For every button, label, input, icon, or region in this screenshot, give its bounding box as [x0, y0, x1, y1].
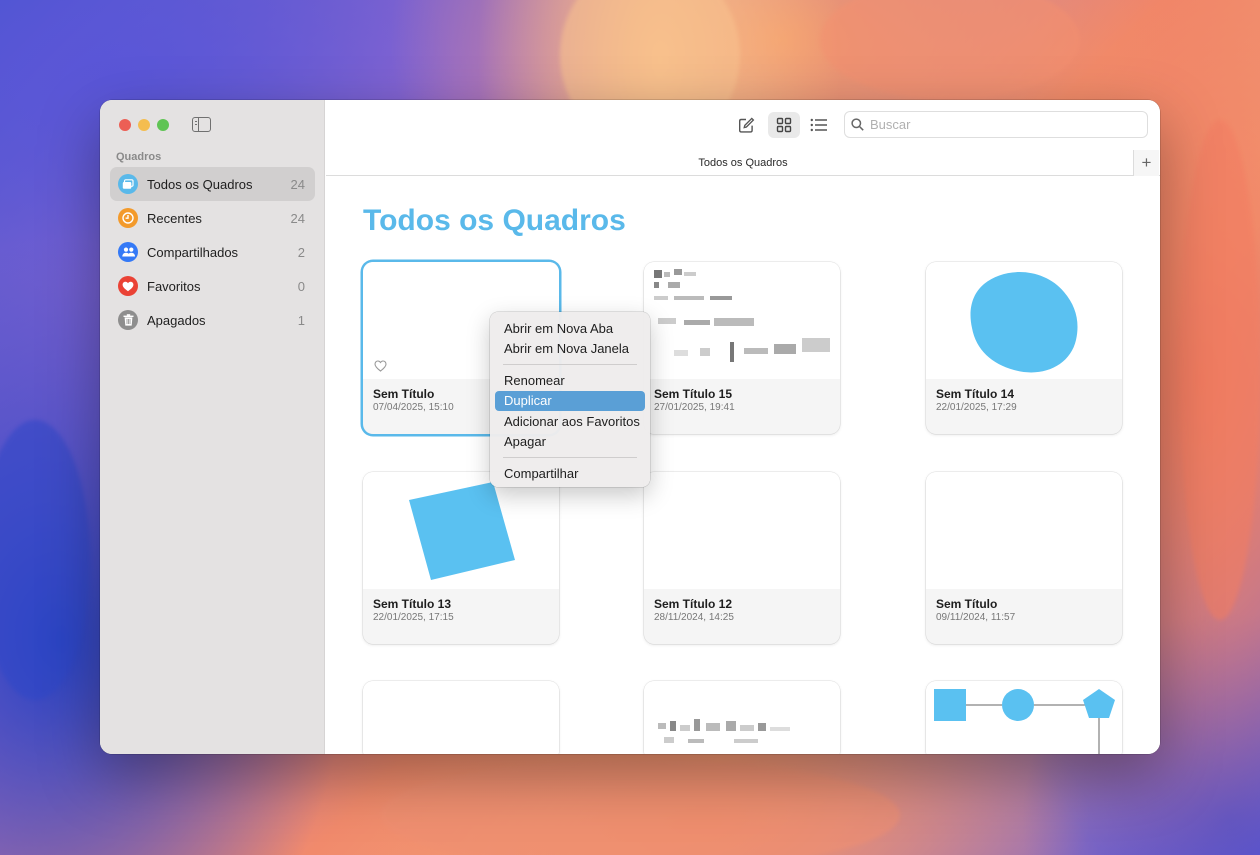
board-date: 07/04/2025, 15:10 [373, 402, 454, 413]
boards-icon [118, 174, 138, 194]
window-controls [119, 119, 169, 131]
sidebar-section-title: Quadros [116, 151, 162, 163]
menu-item-open-new-tab[interactable]: Abrir em Nova Aba [495, 318, 645, 339]
tab-all-boards[interactable]: Todos os Quadros [698, 157, 787, 169]
board-card[interactable]: Sem Título 14 22/01/2025, 17:29 [926, 262, 1122, 434]
close-window-button[interactable] [119, 119, 131, 131]
board-card[interactable]: Sem Título 13 22/01/2025, 17:15 [363, 472, 559, 644]
board-card[interactable]: Sem Título 09/11/2024, 11:57 [926, 472, 1122, 644]
compose-icon [738, 116, 754, 133]
board-thumbnail [644, 472, 840, 589]
sidebar-item-count: 1 [297, 312, 305, 328]
trash-icon [118, 310, 138, 330]
people-icon [118, 242, 138, 262]
board-title: Sem Título [373, 387, 435, 401]
list-icon [810, 118, 827, 132]
board-date: 27/01/2025, 19:41 [654, 402, 735, 413]
board-card[interactable]: Sem Título 15 27/01/2025, 19:41 [644, 262, 840, 434]
menu-separator [503, 457, 637, 458]
minimize-window-button[interactable] [138, 119, 150, 131]
menu-item-add-to-favorites[interactable]: Adicionar aos Favoritos [495, 411, 645, 432]
board-title: Sem Título 14 [936, 387, 1015, 401]
sidebar-item-all-boards[interactable]: Todos os Quadros 24 [110, 167, 315, 201]
sidebar-item-shared[interactable]: Compartilhados 2 [110, 235, 315, 269]
search-input[interactable] [870, 117, 1130, 132]
board-title: Sem Título [936, 597, 998, 611]
new-board-button[interactable] [730, 112, 762, 138]
sidebar-item-label: Todos os Quadros [147, 176, 253, 192]
board-title: Sem Título 15 [654, 387, 733, 401]
board-date: 22/01/2025, 17:29 [936, 402, 1017, 413]
board-thumbnail [644, 681, 840, 754]
list-view-button[interactable] [803, 112, 835, 138]
zoom-window-button[interactable] [157, 119, 169, 131]
sidebar-item-count: 24 [290, 210, 305, 226]
sidebar-item-label: Compartilhados [147, 244, 239, 260]
sidebar-item-label: Favoritos [147, 278, 201, 294]
heart-icon [118, 276, 138, 296]
toolbar [326, 100, 1160, 150]
sidebar-item-count: 0 [297, 278, 305, 294]
page-title: Todos os Quadros [363, 204, 626, 237]
main-content: Todos os Quadros + Todos os Quadros Sem … [326, 100, 1160, 754]
menu-separator [503, 364, 637, 365]
board-card[interactable] [644, 681, 840, 754]
sidebar-item-deleted[interactable]: Apagados 1 [110, 303, 315, 337]
menu-item-delete[interactable]: Apagar [495, 432, 645, 453]
shape-diagram [934, 689, 1115, 754]
board-card[interactable]: Sem Título 12 28/11/2024, 14:25 [644, 472, 840, 644]
board-date: 28/11/2024, 14:25 [654, 612, 734, 623]
search-field[interactable] [844, 111, 1148, 138]
board-card[interactable] [363, 681, 559, 754]
board-thumbnail [926, 472, 1122, 589]
board-title: Sem Título 13 [373, 597, 452, 611]
search-icon [851, 118, 864, 131]
board-thumbnail [926, 681, 1122, 754]
grid-view-button[interactable] [768, 112, 800, 138]
board-title: Sem Título 12 [654, 597, 733, 611]
board-thumbnail [363, 681, 559, 754]
tab-bar: Todos os Quadros + [326, 150, 1160, 176]
board-thumbnail [363, 472, 559, 589]
sidebar: Quadros Todos os Quadros 24 Recentes 24 [100, 100, 325, 754]
menu-item-share[interactable]: Compartilhar [495, 463, 645, 484]
menu-item-duplicate[interactable]: Duplicar [495, 390, 645, 411]
sidebar-item-recents[interactable]: Recentes 24 [110, 201, 315, 235]
sidebar-item-favorites[interactable]: Favoritos 0 [110, 269, 315, 303]
board-thumbnail [644, 262, 840, 379]
favorite-heart-icon[interactable] [374, 360, 387, 372]
sidebar-item-count: 2 [297, 244, 305, 260]
sidebar-list: Todos os Quadros 24 Recentes 24 Comparti… [110, 167, 315, 337]
board-date: 22/01/2025, 17:15 [373, 612, 454, 623]
new-tab-button[interactable]: + [1133, 150, 1159, 176]
sidebar-toggle-icon[interactable] [192, 117, 211, 132]
board-card[interactable] [926, 681, 1122, 754]
clock-icon [118, 208, 138, 228]
sidebar-item-label: Recentes [147, 210, 202, 226]
grid-icon [776, 117, 792, 133]
board-date: 09/11/2024, 11:57 [936, 612, 1016, 623]
context-menu: Abrir em Nova Aba Abrir em Nova Janela R… [490, 312, 650, 487]
menu-item-rename[interactable]: Renomear [495, 370, 645, 391]
menu-item-open-new-window[interactable]: Abrir em Nova Janela [495, 339, 645, 360]
blue-square-shape [409, 482, 515, 580]
board-thumbnail [926, 262, 1122, 379]
blue-squircle-shape [970, 272, 1078, 373]
sidebar-item-count: 24 [290, 176, 305, 192]
sidebar-item-label: Apagados [147, 312, 206, 328]
